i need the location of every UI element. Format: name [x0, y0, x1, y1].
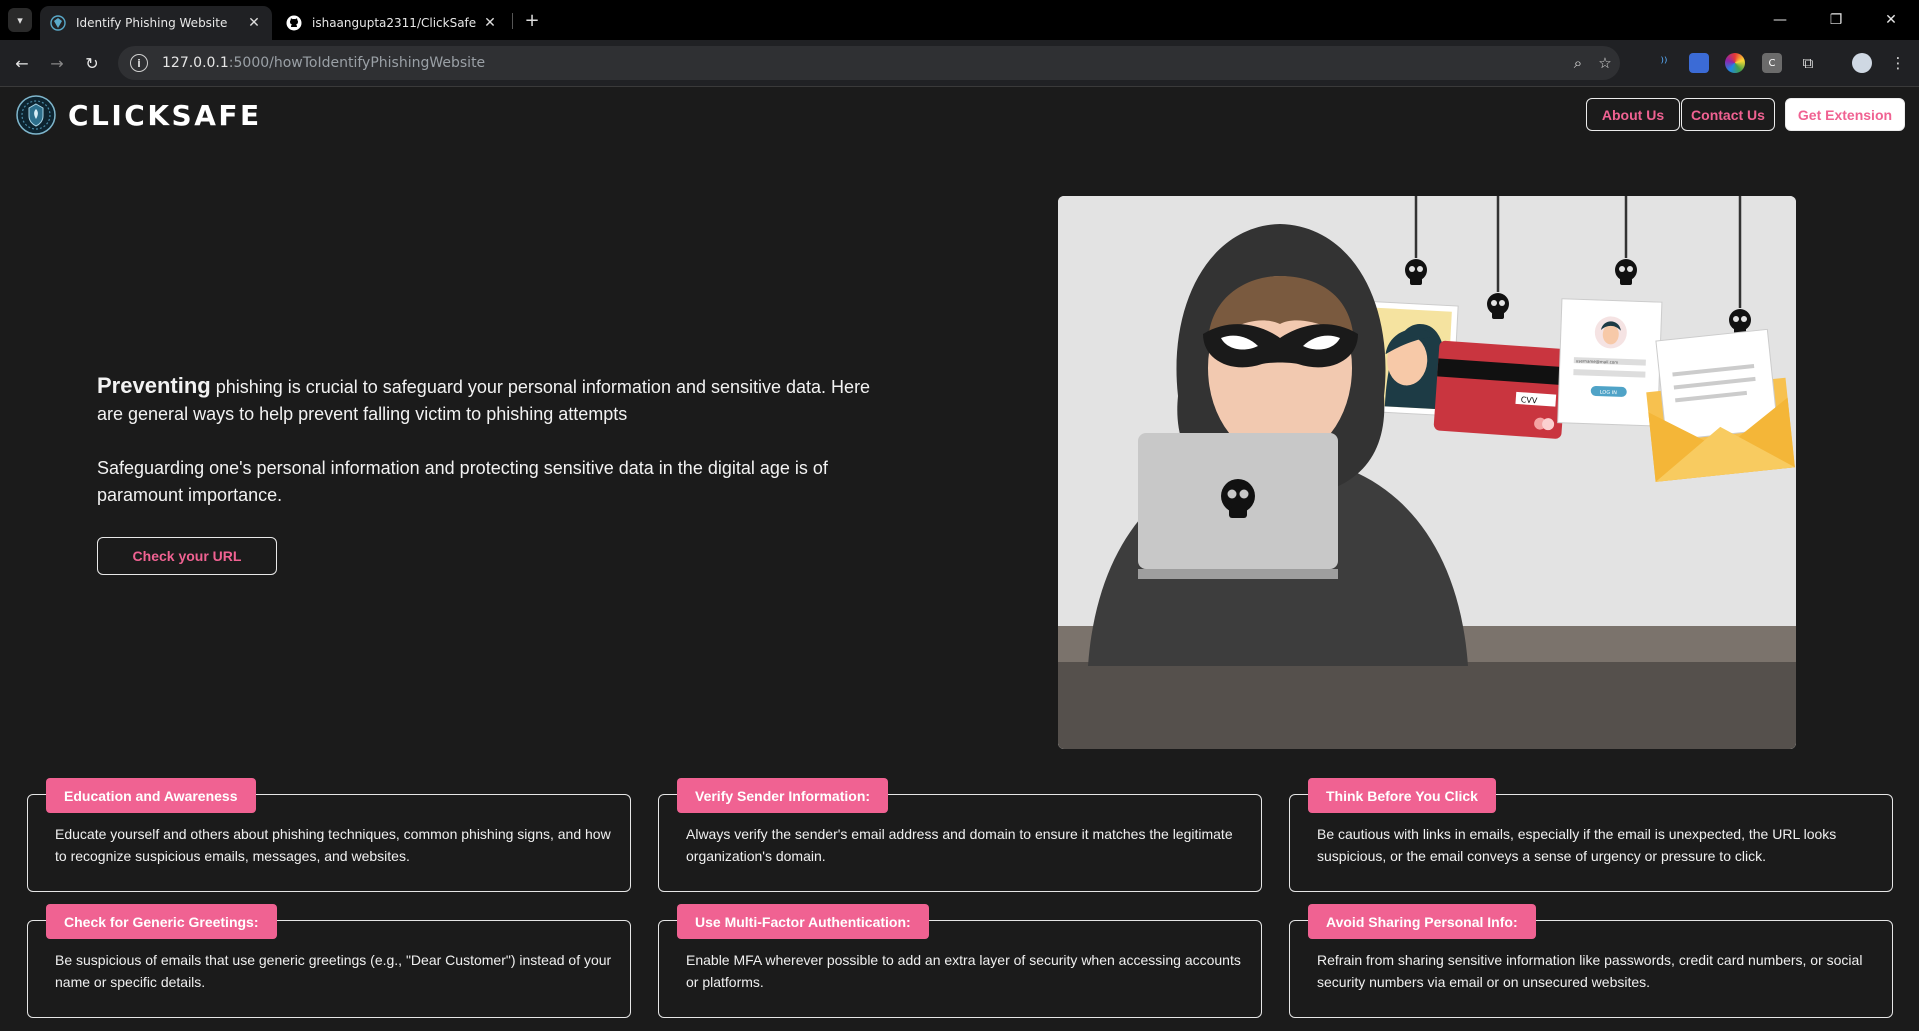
brand-name[interactable]: CLICKSAFE: [68, 99, 262, 132]
close-window-icon[interactable]: ✕: [1863, 0, 1919, 40]
tip-title: Use Multi-Factor Authentication:: [677, 904, 929, 939]
tab-title: Identify Phishing Website: [76, 16, 228, 30]
browser-menu-icon[interactable]: ⋮: [1888, 53, 1908, 73]
new-tab-button[interactable]: +: [520, 8, 544, 32]
tip-title: Verify Sender Information:: [677, 778, 889, 813]
tip-text: Always verify the sender's email address…: [686, 826, 1233, 864]
tab-separator: [512, 13, 513, 29]
tip-text: Be suspicious of emails that use generic…: [55, 952, 612, 990]
tip-title: Check for Generic Greetings:: [46, 904, 277, 939]
hero-paragraph-1: Preventing phishing is crucial to safegu…: [97, 372, 897, 428]
read-aloud-extension-icon[interactable]: ⁾⁾: [1654, 53, 1674, 73]
tip-title: Think Before You Click: [1308, 778, 1496, 813]
hacker-illustration: CVV username@mail.com LOG IN: [1058, 196, 1796, 749]
tip-card-think-before-click: Think Before You Click Be cautious with …: [1289, 778, 1893, 892]
tip-card-verify-sender: Verify Sender Information: Always verify…: [658, 778, 1262, 892]
login-text: LOG IN: [1600, 390, 1618, 397]
close-tab-icon[interactable]: ✕: [482, 15, 498, 31]
tip-card-personal-info: Avoid Sharing Personal Info: Refrain fro…: [1289, 904, 1893, 1018]
bookmark-star-icon[interactable]: ☆: [1596, 54, 1614, 72]
tip-text: Refrain from sharing sensitive informati…: [1317, 952, 1863, 990]
tab-search-button[interactable]: ▾: [8, 8, 32, 32]
browser-tab-strip: ▾ Identify Phishing Website ✕ ishaangupt…: [0, 0, 1919, 40]
tip-title: Avoid Sharing Personal Info:: [1308, 904, 1536, 939]
hero-lead-rest: phishing is crucial to safeguard your pe…: [97, 377, 871, 424]
forward-arrow-icon[interactable]: →: [43, 49, 71, 77]
url-path: :5000/howToIdentifyPhishingWebsite: [228, 55, 486, 71]
tip-text: Be cautious with links in emails, especi…: [1317, 826, 1837, 864]
tab-github-clicksafe[interactable]: ishaangupta2311/ClickSafe ✕: [276, 6, 508, 40]
zoom-icon[interactable]: ⌕: [1569, 54, 1587, 72]
url-host: 127.0.0.1: [162, 55, 229, 71]
about-us-button[interactable]: About Us: [1586, 98, 1680, 131]
hacker-illustration-svg: CVV username@mail.com LOG IN: [1058, 196, 1796, 749]
github-icon: [286, 15, 302, 31]
site-info-icon[interactable]: i: [130, 54, 148, 72]
back-arrow-icon[interactable]: ←: [8, 49, 36, 77]
restore-icon[interactable]: ❐: [1808, 0, 1864, 40]
tab-identify-phishing[interactable]: Identify Phishing Website ✕: [40, 6, 272, 40]
minimize-icon[interactable]: —: [1752, 0, 1808, 40]
clicksafe-favicon-icon: [50, 15, 66, 31]
cvv-text: CVV: [1520, 395, 1538, 405]
profile-avatar-icon[interactable]: [1852, 53, 1872, 73]
tip-card-generic-greetings: Check for Generic Greetings: Be suspicio…: [27, 904, 631, 1018]
get-extension-button[interactable]: Get Extension: [1785, 98, 1905, 131]
clicksafe-logo-icon[interactable]: [16, 95, 56, 135]
check-url-button[interactable]: Check your URL: [97, 537, 277, 575]
tab-title: ishaangupta2311/ClickSafe: [312, 16, 477, 30]
screen-extension-icon[interactable]: [1689, 53, 1709, 73]
clicksafe-extension-icon[interactable]: C: [1762, 53, 1782, 73]
page: CLICKSAFE About Us Contact Us Get Extens…: [0, 87, 1919, 1031]
contact-us-button[interactable]: Contact Us: [1681, 98, 1775, 131]
color-picker-extension-icon[interactable]: [1725, 53, 1745, 73]
tip-text: Educate yourself and others about phishi…: [55, 826, 611, 864]
tip-text: Enable MFA wherever possible to add an e…: [686, 952, 1241, 990]
address-bar[interactable]: i 127.0.0.1:5000/howToIdentifyPhishingWe…: [118, 46, 1620, 80]
hero-paragraph-2: Safeguarding one's personal information …: [97, 458, 828, 505]
hero-text: Preventing phishing is crucial to safegu…: [97, 372, 897, 509]
url-text: 127.0.0.1:5000/howToIdentifyPhishingWebs…: [162, 55, 485, 71]
tip-title: Education and Awareness: [46, 778, 256, 813]
tip-card-education: Education and Awareness Educate yourself…: [27, 778, 631, 892]
close-tab-icon[interactable]: ✕: [246, 15, 262, 31]
tip-card-mfa: Use Multi-Factor Authentication: Enable …: [658, 904, 1262, 1018]
hero-lead-bold: Preventing: [97, 373, 211, 398]
reload-icon[interactable]: ↻: [78, 49, 106, 77]
browser-toolbar: ← → ↻ i 127.0.0.1:5000/howToIdentifyPhis…: [0, 40, 1919, 87]
extensions-puzzle-icon[interactable]: ⧉: [1798, 53, 1818, 73]
